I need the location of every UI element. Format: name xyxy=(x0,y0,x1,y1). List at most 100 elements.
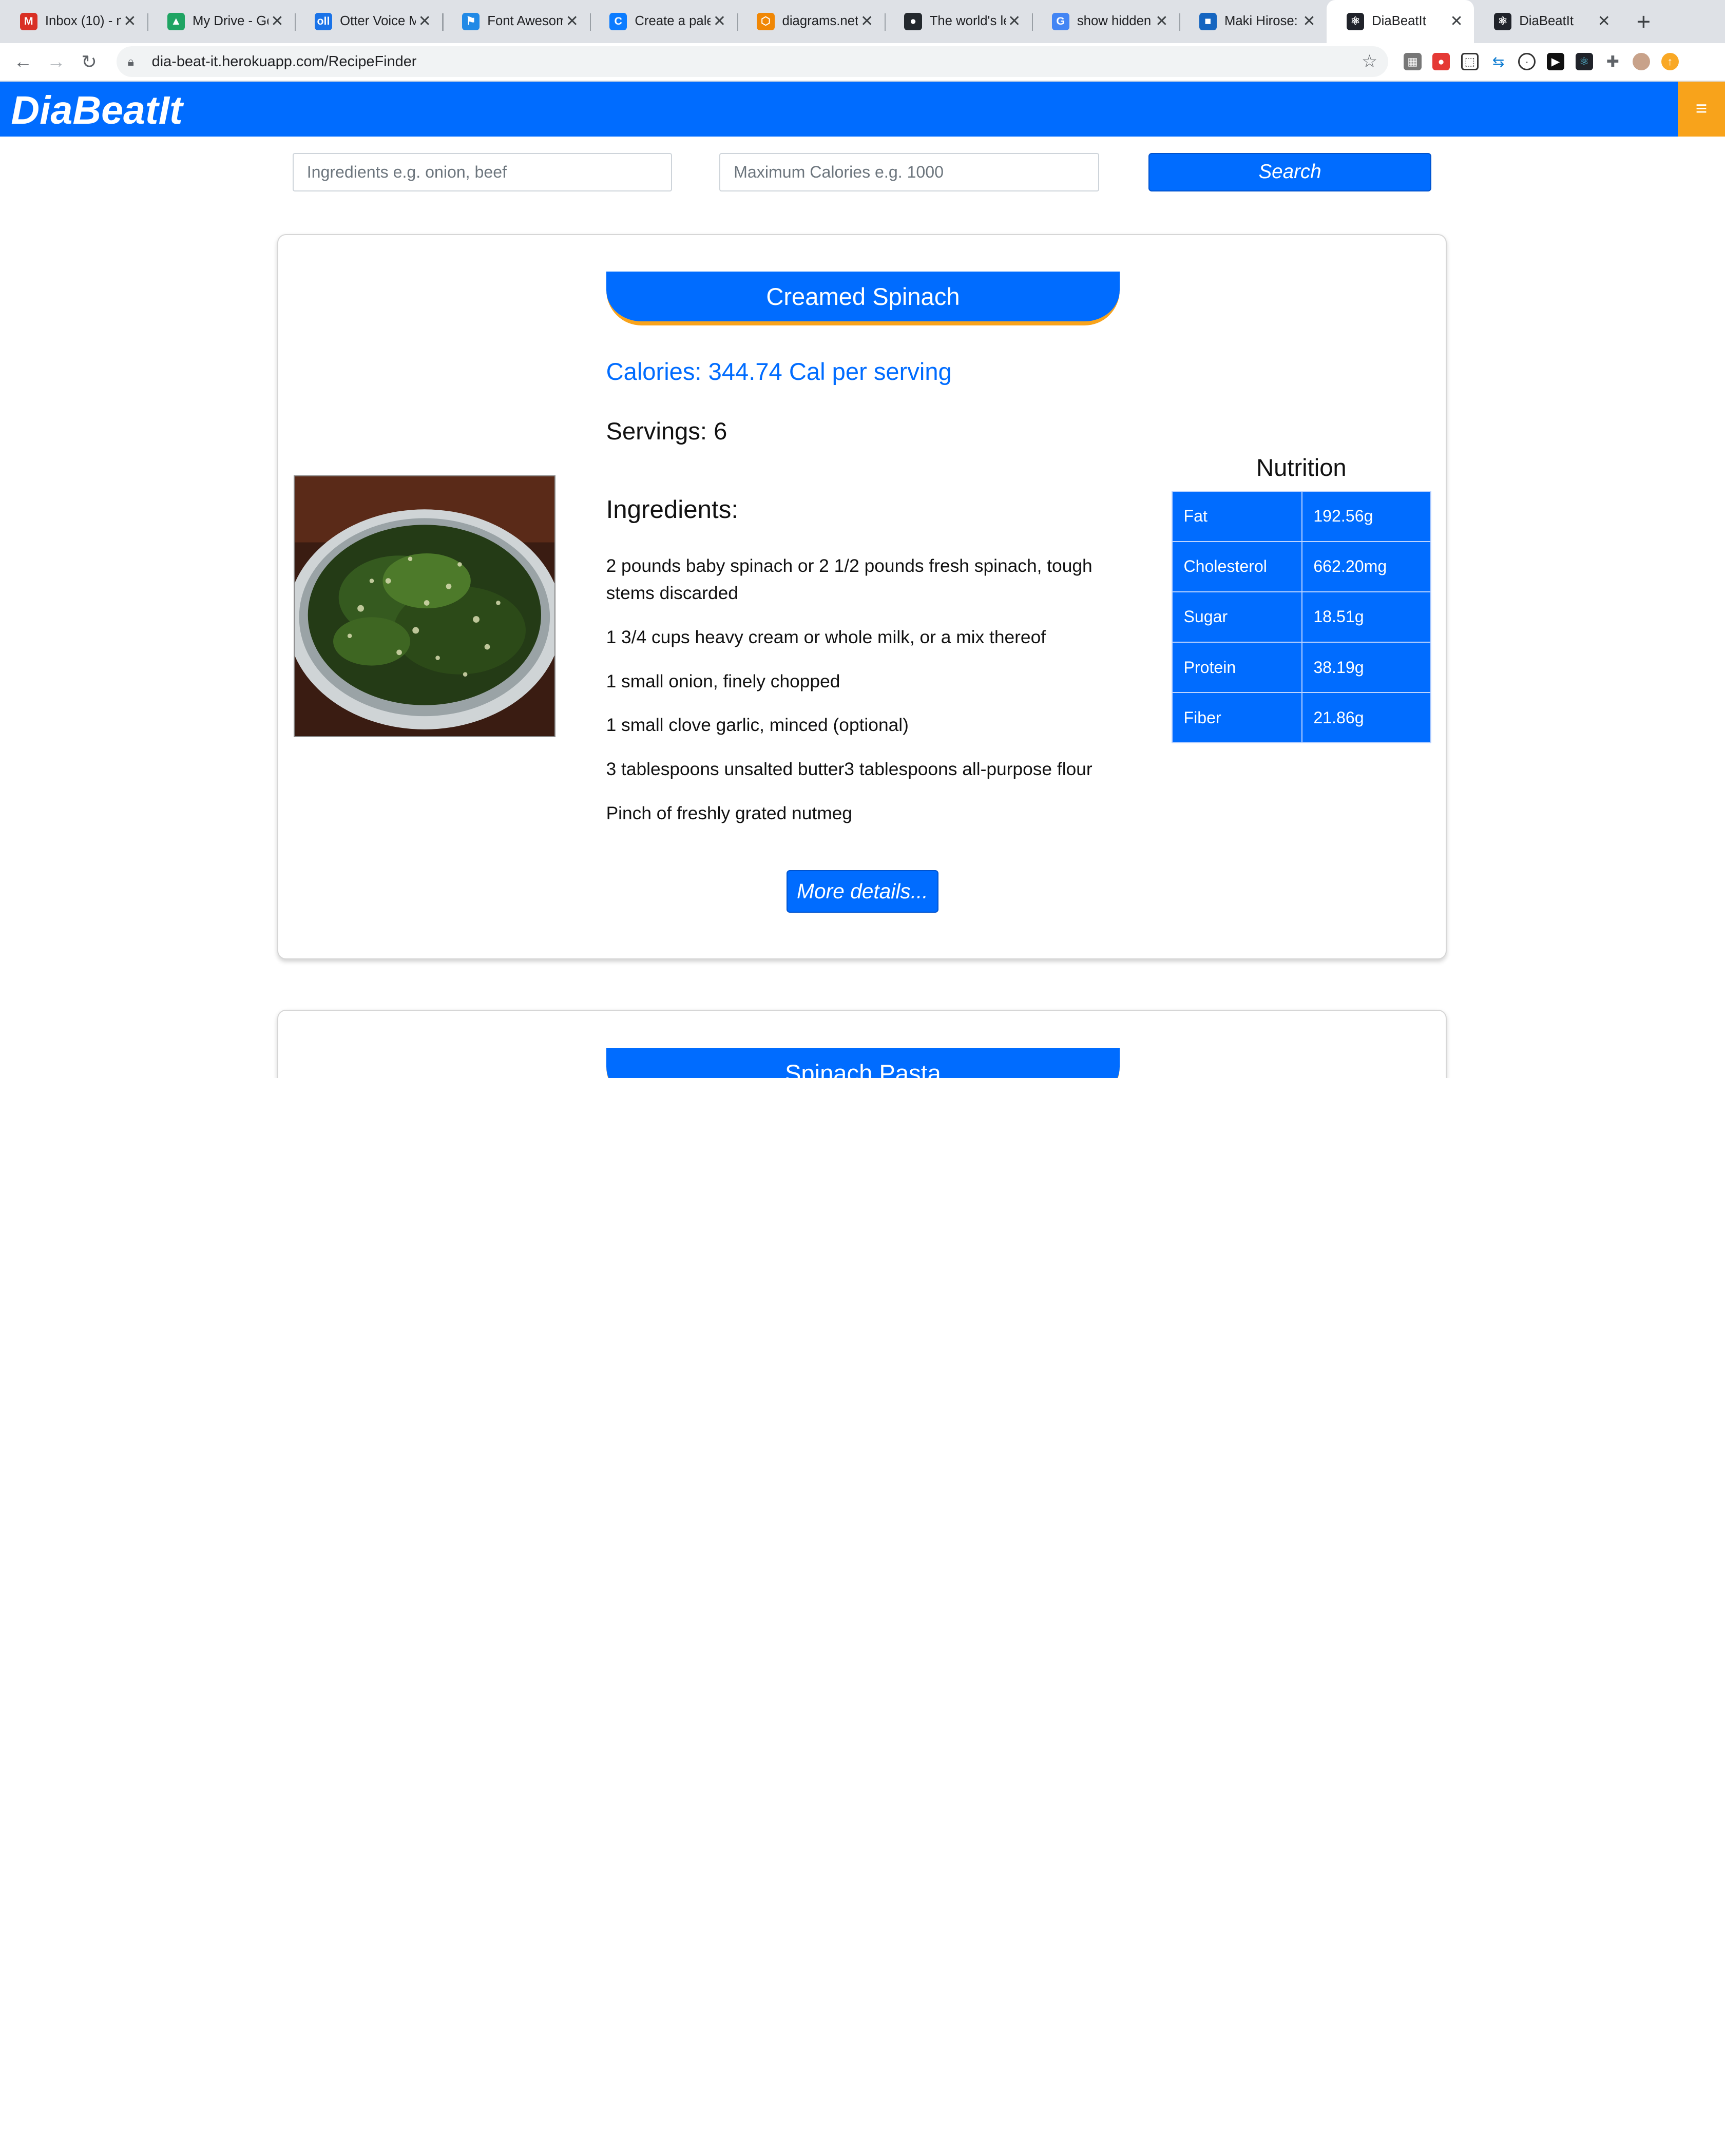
close-tab-icon[interactable]: ✕ xyxy=(1595,12,1613,30)
url-text[interactable]: dia-beat-it.herokuapp.com/RecipeFinder xyxy=(152,53,1362,70)
coolors-icon: C xyxy=(609,12,627,30)
tab-title: The world's le xyxy=(929,14,1006,29)
gmail-icon: M xyxy=(20,12,37,30)
ingredient-item: 1 3/4 cups heavy cream or whole milk, or… xyxy=(606,627,1046,647)
forward-icon[interactable]: → xyxy=(40,51,72,72)
nutrient-label: Sugar xyxy=(1172,591,1302,643)
browser-window: M Inbox (10) - m ✕ ▲ My Drive - Go ✕ oll Otter … xyxy=(0,0,1725,1079)
new-tab-button[interactable]: + xyxy=(1622,0,1666,43)
update-icon[interactable]: ↑ xyxy=(1661,52,1679,71)
nutrient-value: 18.51g xyxy=(1301,591,1431,643)
close-tab-icon[interactable]: ✕ xyxy=(1448,12,1465,30)
table-row: Fat 192.56g xyxy=(1172,490,1431,542)
ingredient-item: 1 small onion, finely chopped xyxy=(606,671,840,691)
ingredient-item: 3 tablespoons unsalted butter3 tablespoo… xyxy=(606,759,1092,780)
tab-title: DiaBeatIt xyxy=(1519,14,1574,29)
browser-tab[interactable]: ⚑ Font Awesom ✕ xyxy=(442,0,589,43)
nutrient-value: 192.56g xyxy=(1301,490,1431,542)
avatar[interactable] xyxy=(1632,52,1651,71)
browser-tab[interactable]: ● The world's le ✕ xyxy=(884,0,1032,43)
drive-icon: ▲ xyxy=(167,12,185,30)
close-tab-icon[interactable]: ✕ xyxy=(416,12,433,30)
ingredients-list: 2 pounds baby spinach or 2 1/2 pounds fr… xyxy=(606,552,1118,844)
nutrient-label: Fiber xyxy=(1172,692,1302,744)
tab-title: show hidden f xyxy=(1077,14,1153,29)
reload-icon[interactable]: ↻ xyxy=(72,51,105,73)
close-tab-icon[interactable]: ✕ xyxy=(563,12,581,30)
close-tab-icon[interactable]: ✕ xyxy=(1153,12,1171,30)
recipe-photo xyxy=(294,475,555,737)
tab-title: Font Awesom xyxy=(487,14,564,29)
extensions-area: ▦ ● ⬚ ⇆ · ▶ ⚛ ✚ ↑ xyxy=(1404,52,1679,71)
arrows-icon[interactable]: ⇆ xyxy=(1489,52,1507,71)
square-icon: ■ xyxy=(1199,12,1217,30)
browser-tab[interactable]: ⚛ DiaBeatIt ✕ xyxy=(1327,0,1474,43)
table-row: Protein 38.19g xyxy=(1172,642,1431,694)
nutrient-label: Protein xyxy=(1172,642,1302,694)
lock-icon: 🔒︎ xyxy=(127,54,135,68)
google-icon: G xyxy=(1051,12,1069,30)
close-tab-icon[interactable]: ✕ xyxy=(711,12,728,30)
tab-title: Inbox (10) - m xyxy=(45,14,121,29)
bookmark-star-icon[interactable]: ☆ xyxy=(1362,51,1377,72)
nutrient-value: 662.20mg xyxy=(1301,541,1431,592)
app-navbar: DiaBeatIt ≡ xyxy=(0,81,1725,137)
flag-icon: ⚑ xyxy=(462,12,480,30)
tab-title: Otter Voice M xyxy=(340,14,416,29)
brand-logo[interactable]: DiaBeatIt xyxy=(11,88,182,133)
recipe-title: Spinach Pasta xyxy=(606,1048,1120,1079)
browser-tab[interactable]: oll Otter Voice M ✕ xyxy=(295,0,442,43)
extension-icon[interactable]: ▦ xyxy=(1404,52,1422,71)
max-calories-input[interactable] xyxy=(719,152,1099,191)
browser-tab[interactable]: C Create a palet ✕ xyxy=(589,0,737,43)
nutrient-value: 21.86g xyxy=(1301,692,1431,744)
recipe-title: Creamed Spinach xyxy=(606,272,1120,326)
table-row: Sugar 18.51g xyxy=(1172,591,1431,643)
puzzle-icon[interactable]: ✚ xyxy=(1604,52,1622,71)
ingredients-heading: Ingredients: xyxy=(606,495,739,524)
close-tab-icon[interactable]: ✕ xyxy=(269,12,286,30)
nutrient-label: Cholesterol xyxy=(1172,541,1302,592)
address-bar[interactable]: 🔒︎ dia-beat-it.herokuapp.com/RecipeFinde… xyxy=(117,46,1389,78)
close-tab-icon[interactable]: ✕ xyxy=(1300,12,1318,30)
more-details-button[interactable]: More details... xyxy=(787,870,938,913)
close-tab-icon[interactable]: ✕ xyxy=(858,12,875,30)
ingredient-item: Pinch of freshly grated nutmeg xyxy=(606,803,852,823)
ingredients-search-input[interactable] xyxy=(293,152,673,191)
circle-extension-icon[interactable]: · xyxy=(1518,52,1536,71)
recipe-card: Creamed Spinach Calories: 344.74 Cal per… xyxy=(277,234,1447,959)
nutrition-table: Fat 192.56g Cholesterol 662.20mg Sugar 1… xyxy=(1172,490,1431,744)
react-icon: ⚛ xyxy=(1493,12,1512,30)
browser-tab[interactable]: ■ Maki Hirose: L ✕ xyxy=(1179,0,1327,43)
recipe-calories: Calories: 344.74 Cal per serving xyxy=(606,358,952,386)
react-icon: ⚛ xyxy=(1346,12,1365,30)
browser-tab[interactable]: M Inbox (10) - m ✕ xyxy=(0,0,147,43)
search-button[interactable]: Search xyxy=(1148,152,1431,191)
tab-title: My Drive - Go xyxy=(192,14,269,29)
nutrient-label: Fat xyxy=(1172,490,1302,542)
nutrition-heading: Nutrition xyxy=(1256,453,1347,481)
tab-title: Maki Hirose: L xyxy=(1224,14,1300,29)
close-tab-icon[interactable]: ✕ xyxy=(1006,12,1023,30)
browser-tab[interactable]: ⚛ DiaBeatIt ✕ xyxy=(1474,0,1621,43)
extension-badge-icon[interactable]: ● xyxy=(1432,52,1450,71)
close-tab-icon[interactable]: ✕ xyxy=(121,12,139,30)
table-row: Cholesterol 662.20mg xyxy=(1172,541,1431,592)
screenshot-icon[interactable]: ⬚ xyxy=(1461,52,1479,71)
tab-title: diagrams.net xyxy=(782,14,858,29)
back-icon[interactable]: ← xyxy=(7,51,40,72)
diagrams-icon: ⬡ xyxy=(757,12,775,30)
recipe-card: Spinach Pasta xyxy=(277,1010,1447,1079)
spinach-bowl-image xyxy=(294,476,555,736)
browser-tab[interactable]: ⬡ diagrams.net ✕ xyxy=(737,0,885,43)
dark-square-icon[interactable]: ▶ xyxy=(1546,52,1565,71)
recipe-servings: Servings: 6 xyxy=(606,417,727,445)
browser-tab[interactable]: Gshow hidden f ✕ xyxy=(1031,0,1179,43)
table-row: Fiber 21.86g xyxy=(1172,692,1431,744)
nutrient-value: 38.19g xyxy=(1301,642,1431,694)
ingredient-item: 2 pounds baby spinach or 2 1/2 pounds fr… xyxy=(606,555,1092,604)
react-devtools-icon[interactable]: ⚛ xyxy=(1575,52,1593,71)
browser-tab[interactable]: ▲ My Drive - Go ✕ xyxy=(147,0,295,43)
hamburger-menu-icon[interactable]: ≡ xyxy=(1677,81,1725,137)
browser-toolbar: ← → ↻ 🔒︎ dia-beat-it.herokuapp.com/Recip… xyxy=(0,43,1725,82)
